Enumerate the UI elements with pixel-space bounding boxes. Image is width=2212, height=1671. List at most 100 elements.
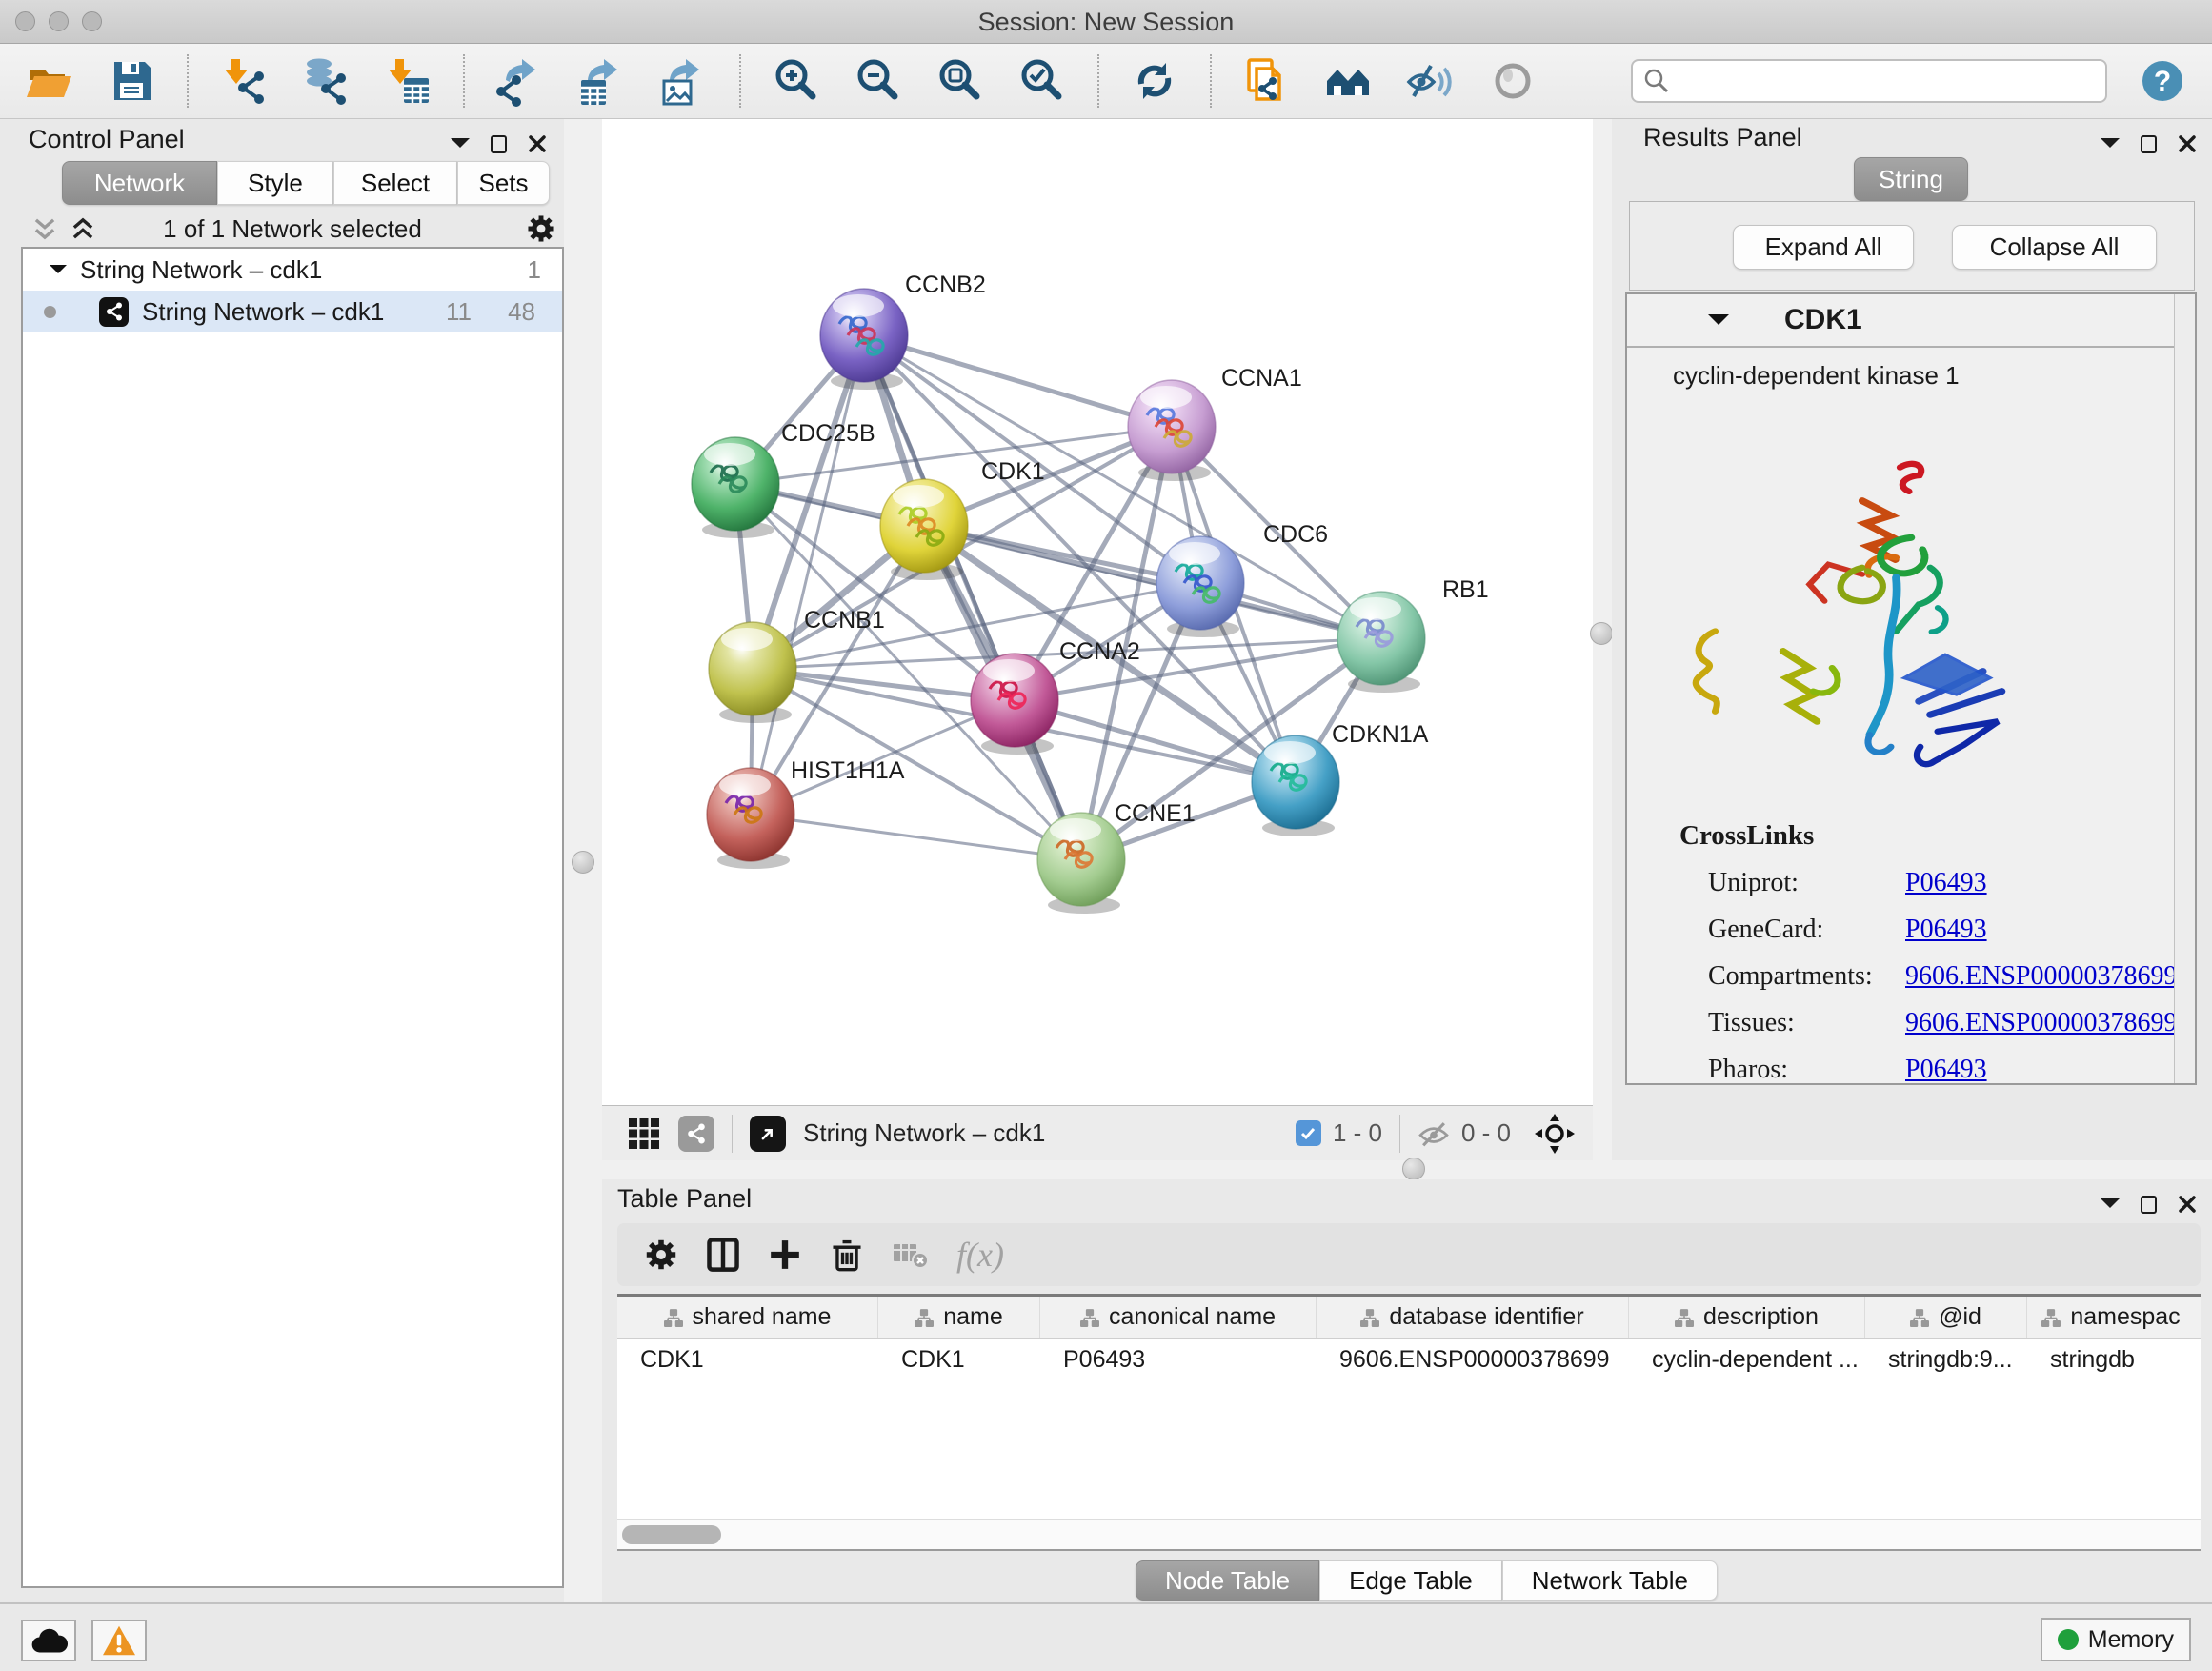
results-scrollbar[interactable] bbox=[2174, 294, 2195, 1083]
column-header[interactable]: name bbox=[878, 1297, 1040, 1338]
export-image-button[interactable] bbox=[657, 54, 711, 108]
crosslink-link[interactable]: P06493 bbox=[1905, 868, 1987, 898]
network-collection-row[interactable]: String Network – cdk1 1 bbox=[23, 249, 562, 291]
gene-entry-header[interactable]: CDK1 bbox=[1627, 294, 2174, 348]
tab-style[interactable]: Style bbox=[217, 161, 333, 205]
export-table-button[interactable] bbox=[575, 54, 629, 108]
show-columns-icon[interactable] bbox=[705, 1237, 741, 1273]
column-header[interactable]: shared name bbox=[617, 1297, 878, 1338]
table-horizontal-scrollbar[interactable] bbox=[617, 1519, 2201, 1549]
expand-all-button[interactable]: Expand All bbox=[1733, 225, 1914, 270]
svg-text:CDC25B: CDC25B bbox=[781, 420, 875, 447]
toolbar-separator bbox=[1399, 1115, 1400, 1153]
delete-column-icon[interactable] bbox=[829, 1237, 865, 1273]
crosslink-row: Compartments: 9606.ENSP00000378699 bbox=[1627, 961, 2161, 992]
column-header[interactable]: canonical name bbox=[1040, 1297, 1317, 1338]
bottom-splitter[interactable] bbox=[602, 1160, 2212, 1179]
import-table-button[interactable] bbox=[381, 54, 434, 108]
table-panel: Table Panel f(x) shared name name canoni… bbox=[602, 1179, 2212, 1602]
left-splitter[interactable] bbox=[564, 119, 602, 1602]
panel-menu-icon[interactable] bbox=[451, 138, 470, 157]
network-canvas[interactable]: CCNB2CCNA1CDC25BCDK1CDC6RB1CCNB1CCNA2CDK… bbox=[602, 119, 1593, 1105]
float-panel-icon[interactable] bbox=[491, 135, 507, 153]
warning-icon bbox=[101, 1624, 137, 1657]
network-options-gear-icon[interactable] bbox=[526, 213, 556, 244]
splitter-handle[interactable] bbox=[1402, 1158, 1425, 1180]
tab-select[interactable]: Select bbox=[333, 161, 457, 205]
column-header[interactable]: @id bbox=[1865, 1297, 2027, 1338]
selected-checkbox-icon[interactable] bbox=[1296, 1120, 1321, 1146]
function-builder-button[interactable]: f(x) bbox=[956, 1235, 1004, 1275]
zoom-in-button[interactable] bbox=[770, 54, 823, 108]
crosslink-link[interactable]: P06493 bbox=[1905, 915, 1987, 945]
main-toolbar: ? bbox=[0, 44, 2212, 119]
splitter-handle[interactable] bbox=[572, 851, 594, 874]
column-header[interactable]: description bbox=[1629, 1297, 1865, 1338]
scrollbar-thumb[interactable] bbox=[622, 1525, 721, 1544]
table-options-gear-icon[interactable] bbox=[644, 1238, 678, 1272]
search-icon bbox=[1642, 67, 1671, 95]
help-button[interactable]: ? bbox=[2136, 54, 2189, 108]
float-panel-icon[interactable] bbox=[2141, 1196, 2157, 1214]
tab-edge-table[interactable]: Edge Table bbox=[1319, 1560, 1502, 1601]
collection-expand-icon[interactable] bbox=[50, 265, 67, 282]
delete-table-icon[interactable] bbox=[892, 1238, 930, 1271]
panel-menu-icon[interactable] bbox=[2101, 138, 2120, 157]
tab-string[interactable]: String bbox=[1854, 157, 1968, 201]
crosslink-link[interactable]: P06493 bbox=[1905, 1055, 1987, 1085]
node-table: shared name name canonical name database… bbox=[617, 1294, 2201, 1551]
cloud-icon bbox=[30, 1625, 68, 1656]
add-column-icon[interactable] bbox=[768, 1238, 802, 1272]
import-network-file-button[interactable] bbox=[217, 54, 271, 108]
fit-content-crosshair-icon[interactable] bbox=[1534, 1113, 1576, 1155]
zoom-selected-button[interactable] bbox=[1016, 54, 1069, 108]
splitter-handle[interactable] bbox=[1590, 622, 1613, 645]
tab-node-table[interactable]: Node Table bbox=[1136, 1560, 1319, 1601]
right-splitter[interactable] bbox=[1593, 119, 1612, 1160]
collapse-entry-icon[interactable] bbox=[1708, 314, 1729, 335]
warnings-button[interactable] bbox=[91, 1620, 147, 1661]
grid-view-icon[interactable] bbox=[627, 1117, 661, 1151]
memory-button[interactable]: Memory bbox=[2041, 1618, 2191, 1661]
toolbar-search bbox=[1631, 59, 2107, 103]
open-session-button[interactable] bbox=[23, 54, 76, 108]
float-panel-icon[interactable] bbox=[2141, 135, 2157, 153]
crosslink-link[interactable]: 9606.ENSP00000378699 bbox=[1905, 1008, 2177, 1038]
refresh-button[interactable] bbox=[1128, 54, 1181, 108]
save-session-button[interactable] bbox=[105, 54, 158, 108]
close-panel-icon[interactable] bbox=[2178, 1195, 2197, 1214]
network-badge-icon[interactable] bbox=[678, 1116, 714, 1152]
clone-network-button[interactable] bbox=[1240, 54, 1294, 108]
svg-text:CCNE1: CCNE1 bbox=[1115, 800, 1196, 827]
export-table-icon bbox=[576, 55, 628, 107]
show-hide-graphics-button[interactable] bbox=[1322, 54, 1376, 108]
collapse-all-button[interactable]: Collapse All bbox=[1952, 225, 2157, 270]
crosslink-row: Pharos: P06493 bbox=[1627, 1055, 2161, 1085]
table-toolbar: f(x) bbox=[617, 1223, 2201, 1286]
hidden-eye-icon[interactable] bbox=[1418, 1117, 1450, 1150]
column-header[interactable]: database identifier bbox=[1317, 1297, 1629, 1338]
zoom-fit-button[interactable] bbox=[934, 54, 987, 108]
panel-menu-icon[interactable] bbox=[2101, 1198, 2120, 1218]
zoom-out-button[interactable] bbox=[852, 54, 905, 108]
table-row[interactable]: CDK1 CDK1 P06493 9606.ENSP00000378699 cy… bbox=[617, 1339, 2201, 1380]
network-graph[interactable]: CCNB2CCNA1CDC25BCDK1CDC6RB1CCNB1CCNA2CDK… bbox=[602, 119, 1593, 1105]
gene-description: cyclin-dependent kinase 1 bbox=[1673, 361, 1960, 391]
close-panel-icon[interactable] bbox=[528, 134, 547, 153]
search-input[interactable] bbox=[1671, 68, 2096, 94]
close-panel-icon[interactable] bbox=[2178, 134, 2197, 153]
cloud-status-button[interactable] bbox=[21, 1620, 76, 1661]
hide-annotations-button[interactable] bbox=[1404, 54, 1458, 108]
birdseye-view-button[interactable] bbox=[1486, 54, 1539, 108]
tab-network[interactable]: Network bbox=[62, 161, 217, 205]
tab-sets[interactable]: Sets bbox=[457, 161, 550, 205]
crosslink-link[interactable]: 9606.ENSP00000378699 bbox=[1905, 961, 2177, 992]
export-network-button[interactable] bbox=[493, 54, 547, 108]
column-header[interactable]: namespac bbox=[2027, 1297, 2195, 1338]
crosslink-row: Tissues: 9606.ENSP00000378699 bbox=[1627, 1008, 2161, 1038]
tab-network-table[interactable]: Network Table bbox=[1502, 1560, 1718, 1601]
open-folder-icon bbox=[24, 55, 75, 107]
network-row[interactable]: String Network – cdk1 11 48 bbox=[23, 291, 562, 332]
open-in-window-button[interactable] bbox=[750, 1116, 786, 1152]
import-network-database-button[interactable] bbox=[299, 54, 352, 108]
